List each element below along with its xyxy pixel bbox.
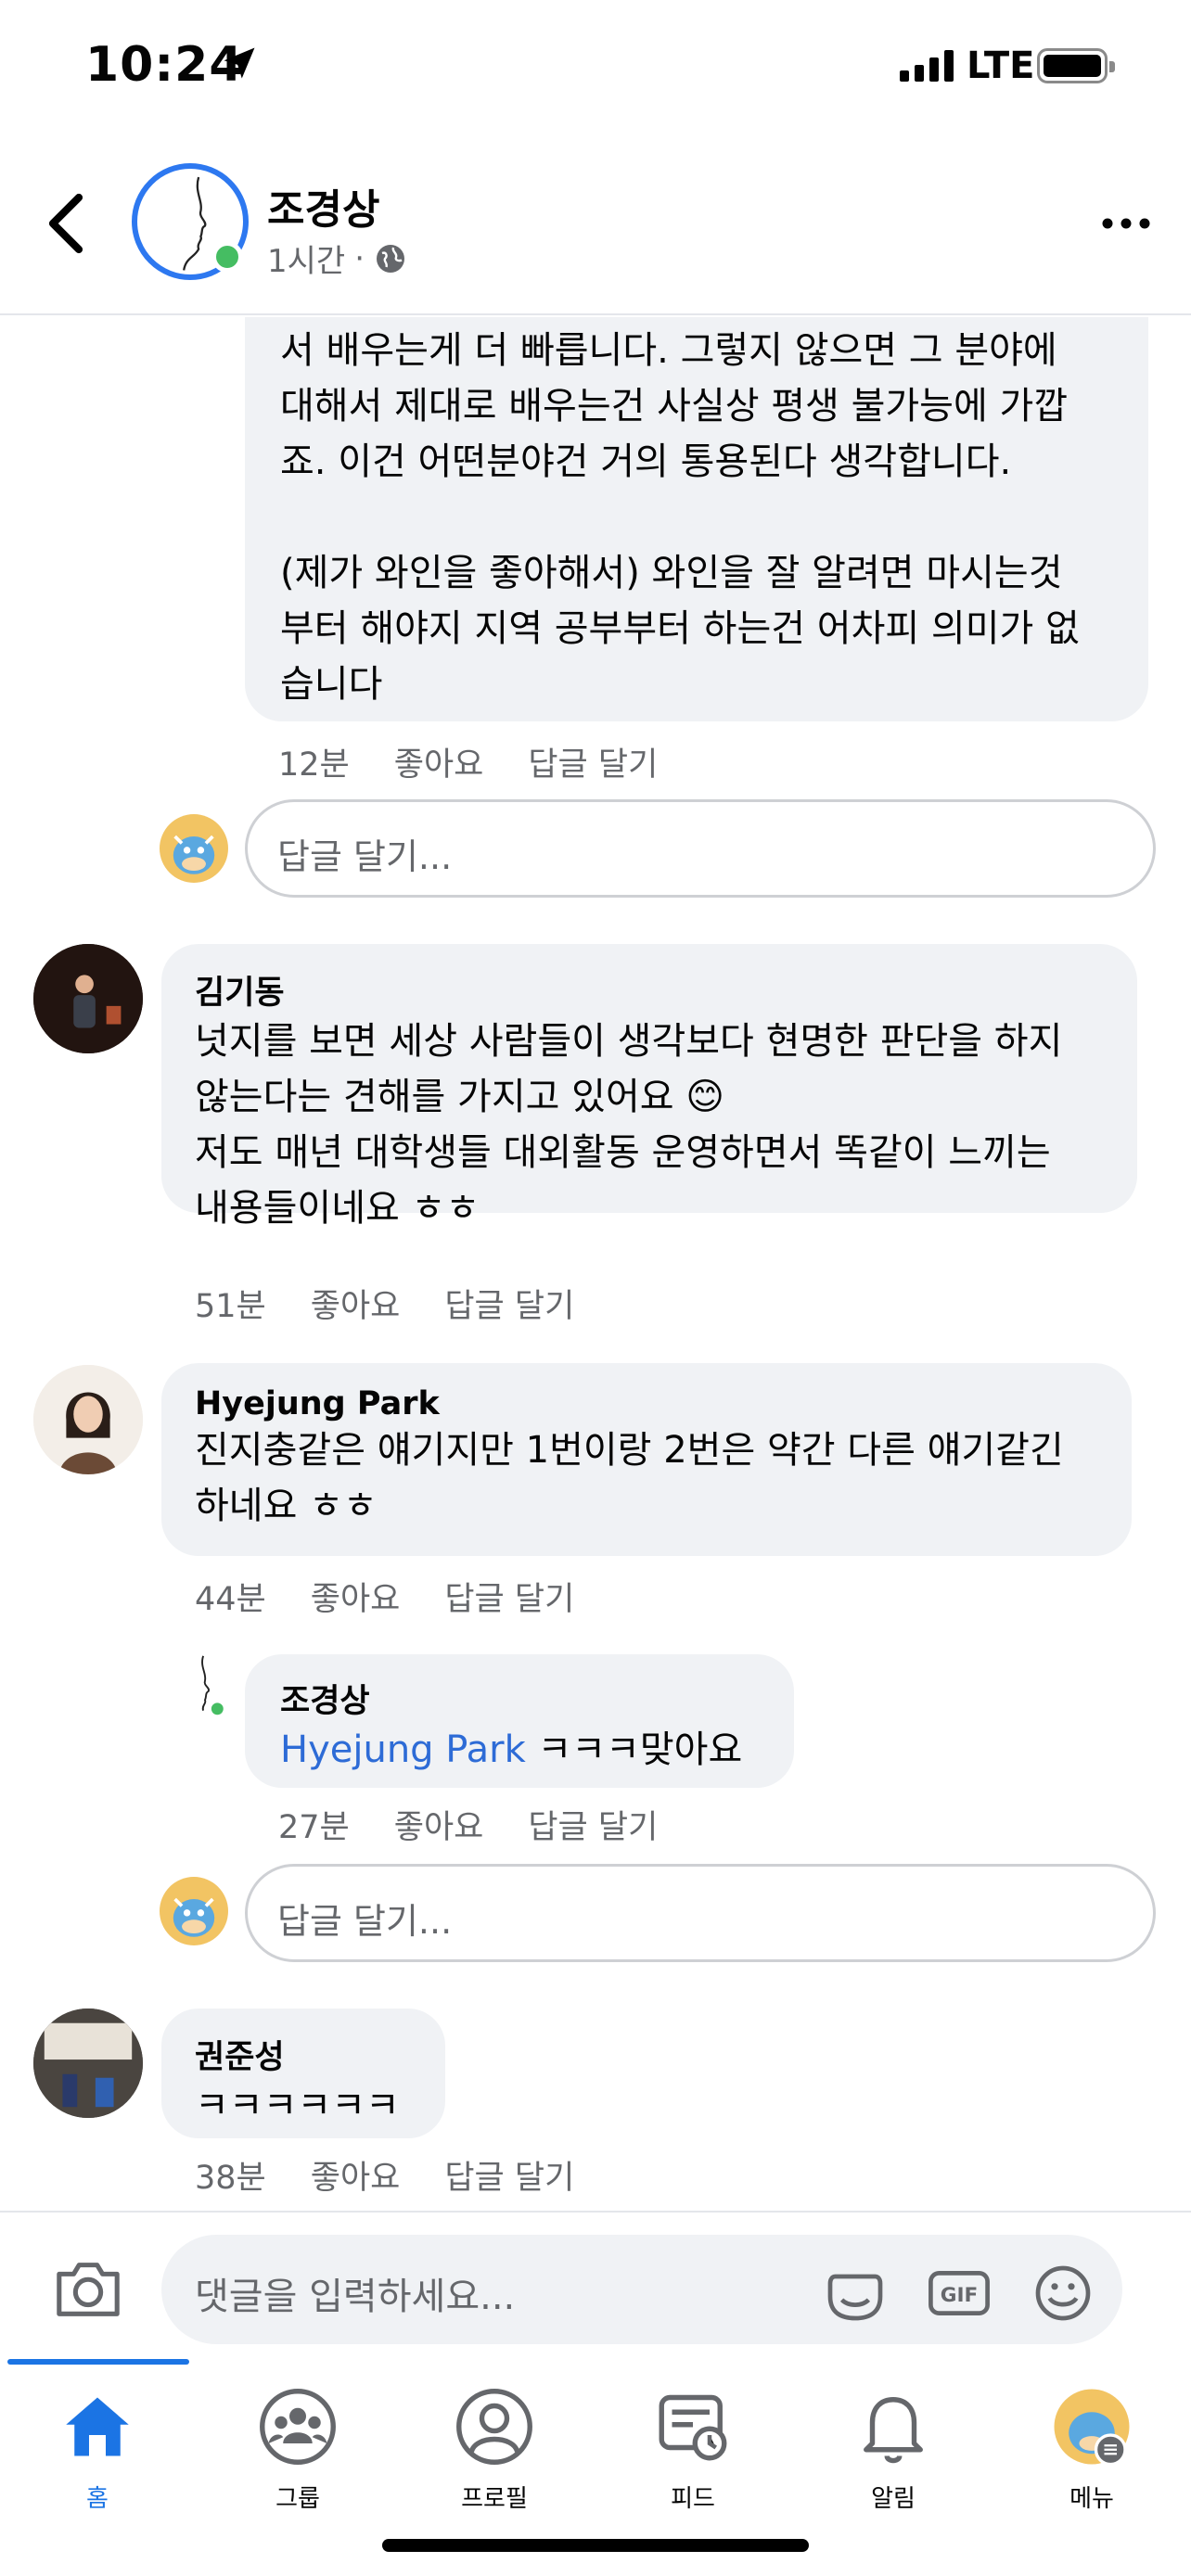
back-icon[interactable] xyxy=(43,191,89,256)
reply-button[interactable]: 답글 달기 xyxy=(444,1573,574,1620)
comment-time: 12분 xyxy=(278,746,350,784)
tab-profile[interactable]: 프로필 xyxy=(425,2385,564,2533)
speaker-photo xyxy=(33,944,143,1053)
comment-time: 51분 xyxy=(195,1288,266,1325)
comment-bubble: 서 배우는게 더 빠릅니다. 그렇지 않으면 그 분야에 대해서 제대로 배우는… xyxy=(245,317,1148,721)
reply-button[interactable]: 답글 달기 xyxy=(528,738,658,785)
like-button[interactable]: 좋아요 xyxy=(311,1573,401,1620)
comment-composer: 댓글을 입력하세요... GIF xyxy=(0,2211,1191,2359)
bell-icon xyxy=(864,2397,923,2464)
comment-text: ㅋㅋㅋㅋㅋㅋ xyxy=(195,2085,400,2127)
tab-home[interactable]: 홈 xyxy=(28,2385,167,2533)
tab-groups[interactable]: 그룹 xyxy=(228,2385,367,2533)
network-label: LTE xyxy=(967,45,1035,87)
active-tab-indicator xyxy=(7,2359,189,2365)
tab-feed[interactable]: 피드 xyxy=(623,2385,762,2533)
reply-input[interactable]: 답글 달기... xyxy=(245,1864,1156,1962)
comment-input[interactable]: 댓글을 입력하세요... GIF xyxy=(161,2235,1122,2344)
reply-input[interactable]: 답글 달기... xyxy=(245,799,1156,898)
signal-icon xyxy=(900,50,954,82)
comment-meta: 12분 좋아요 답글 달기 xyxy=(278,738,658,785)
my-avatar xyxy=(160,1877,228,1945)
comment-text: 서 배우는게 더 빠릅니다. 그렇지 않으면 그 분야에 대해서 제대로 배우는… xyxy=(280,329,1080,706)
comment-text: 넛지를 보면 세상 사람들이 생각보다 현명한 판단을 하지 않는다는 견해를 … xyxy=(195,1014,1104,1236)
profile-photo xyxy=(33,1365,143,1474)
reply-placeholder: 답글 달기... xyxy=(277,836,453,877)
comment-time: 27분 xyxy=(278,1809,350,1846)
comment-text-part: ㅋㅋㅋ맞아요 xyxy=(525,1728,743,1771)
comment-text: Hyejung Park ㅋㅋㅋ맞아요 xyxy=(280,1722,759,1778)
tab-label: 그룹 xyxy=(275,2485,320,2513)
feed-icon xyxy=(659,2394,727,2461)
comment-meta: 27분 좋아요 답글 달기 xyxy=(278,1801,658,1848)
home-icon xyxy=(66,2397,129,2456)
reply-button[interactable]: 답글 달기 xyxy=(528,1801,658,1848)
menu-avatar-icon xyxy=(1054,2389,1130,2467)
commenter-avatar[interactable] xyxy=(33,2009,143,2118)
camera-icon[interactable] xyxy=(52,2255,124,2322)
mention-link[interactable]: Hyejung Park xyxy=(280,1728,526,1771)
event-photo xyxy=(33,2009,143,2118)
location-arrow-icon xyxy=(224,47,255,79)
tab-label: 알림 xyxy=(871,2485,916,2513)
commenter-avatar[interactable] xyxy=(33,944,143,1053)
more-options-icon[interactable] xyxy=(1098,210,1154,237)
online-status-dot xyxy=(211,241,243,273)
post-header: 조경상 1시간 · xyxy=(0,139,1191,315)
meta-separator: · xyxy=(354,239,365,277)
avatar-sticker-icon[interactable] xyxy=(822,2263,889,2324)
like-button[interactable]: 좋아요 xyxy=(311,2151,401,2199)
comment-meta: 44분 좋아요 답글 달기 xyxy=(195,1573,574,1620)
reply-button[interactable]: 답글 달기 xyxy=(444,2151,574,2199)
home-indicator xyxy=(382,2539,809,2552)
profile-icon xyxy=(456,2389,532,2465)
author-name[interactable]: 조경상 xyxy=(267,176,379,236)
commenter-avatar[interactable] xyxy=(33,1365,143,1474)
comment-author[interactable]: 김기동 xyxy=(195,966,1104,1014)
my-avatar xyxy=(160,814,228,883)
groups-icon xyxy=(260,2389,336,2465)
tab-label: 피드 xyxy=(671,2485,715,2513)
like-button[interactable]: 좋아요 xyxy=(394,1801,484,1848)
gif-icon[interactable]: GIF xyxy=(926,2263,992,2324)
smile-emoji: 😊 xyxy=(685,1076,724,1118)
comment-time: 44분 xyxy=(195,1581,266,1618)
comment-bubble: Hyejung Park 진지충같은 얘기지만 1번이랑 2번은 약간 다른 얘… xyxy=(161,1363,1132,1556)
tab-label: 홈 xyxy=(86,2485,109,2513)
comment-text: 진지충같은 얘기지만 1번이랑 2번은 약간 다른 얘기같긴 하네요 ㅎㅎ xyxy=(195,1429,1064,1527)
emoji-icon[interactable] xyxy=(1030,2263,1096,2324)
comment-bubble: 권준성 ㅋㅋㅋㅋㅋㅋ xyxy=(161,2009,445,2138)
status-bar: 10:24 LTE xyxy=(0,0,1191,139)
cartoon-cow-icon xyxy=(173,835,215,874)
cartoon-cow-icon xyxy=(173,1897,215,1937)
gif-label: GIF xyxy=(941,2284,978,2307)
comment-author[interactable]: Hyejung Park xyxy=(195,1385,1098,1422)
reply-placeholder: 답글 달기... xyxy=(277,1901,453,1942)
comment-text-part: 넛지를 보면 세상 사람들이 생각보다 현명한 판단을 하지 않는다는 견해를 … xyxy=(195,1020,1063,1118)
commenter-avatar[interactable] xyxy=(178,1652,232,1723)
comment-bubble: 김기동 넛지를 보면 세상 사람들이 생각보다 현명한 판단을 하지 않는다는 … xyxy=(161,944,1137,1230)
comment-placeholder: 댓글을 입력하세요... xyxy=(195,2276,516,2318)
like-button[interactable]: 좋아요 xyxy=(394,738,484,785)
tab-label: 프로필 xyxy=(461,2485,528,2513)
comment-text-part: 저도 매년 대학생들 대외활동 운영하면서 똑같이 느끼는 내용들이네요 ㅎㅎ xyxy=(195,1131,1051,1230)
tab-label: 메뉴 xyxy=(1069,2485,1114,2513)
comment-meta: 51분 좋아요 답글 달기 xyxy=(195,1280,574,1327)
post-time[interactable]: 1시간 xyxy=(267,236,345,281)
comment-author[interactable]: 권준성 xyxy=(195,2031,412,2078)
like-button[interactable]: 좋아요 xyxy=(311,1280,401,1327)
comments-list: 서 배우는게 더 빠릅니다. 그렇지 않으면 그 분야에 대해서 제대로 배우는… xyxy=(0,317,1191,2211)
comment-meta: 38분 좋아요 답글 달기 xyxy=(195,2151,574,2199)
face-line-art-icon xyxy=(201,1655,226,1717)
tab-notifications[interactable]: 알림 xyxy=(824,2385,963,2533)
post-meta: 1시간 · xyxy=(267,236,407,281)
globe-icon xyxy=(377,244,405,273)
comment-author[interactable]: 조경상 xyxy=(280,1675,759,1722)
comment-time: 38분 xyxy=(195,2160,266,2197)
tab-menu[interactable]: 메뉴 xyxy=(1022,2385,1161,2533)
reply-button[interactable]: 답글 달기 xyxy=(444,1280,574,1327)
battery-icon xyxy=(1037,48,1115,83)
comment-bubble: 조경상 Hyejung Park ㅋㅋㅋ맞아요 xyxy=(245,1654,794,1788)
